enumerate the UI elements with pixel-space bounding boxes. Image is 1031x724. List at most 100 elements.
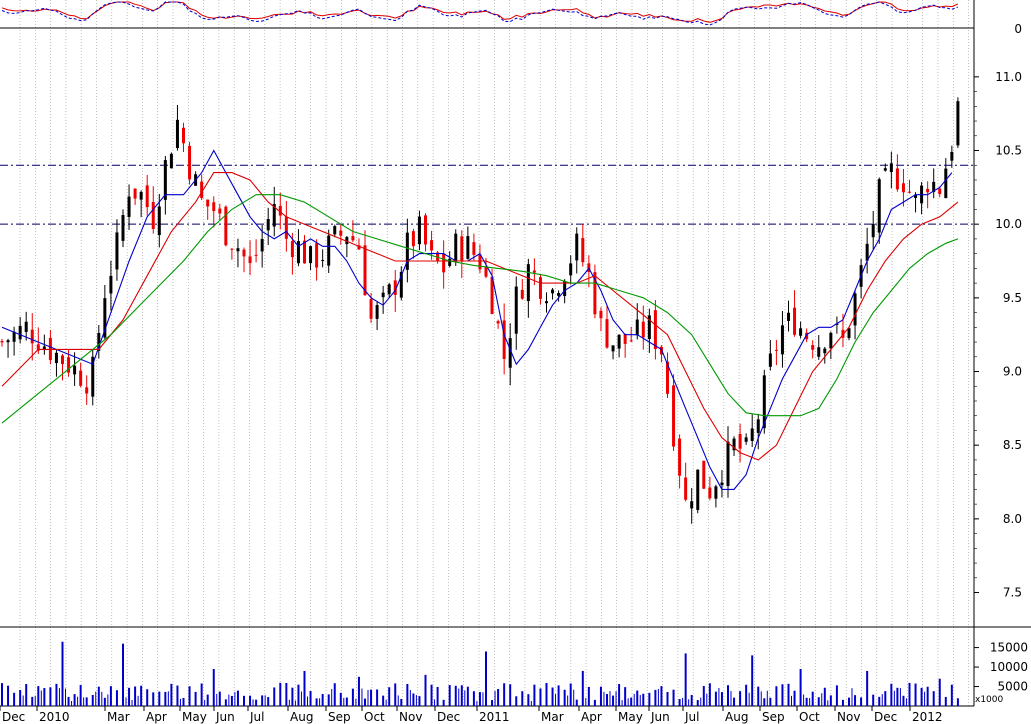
- candle-body: [617, 334, 621, 349]
- candle-body: [895, 168, 899, 190]
- candle-body: [290, 241, 294, 258]
- y-axis-ticks: 7.5 8.0 8.5 9.0 9.5 10.0 10.5 11.0 15000 10000 500…: [974, 70, 1028, 694]
- candle-body: [496, 321, 500, 324]
- candle-body: [551, 289, 555, 294]
- candle-body: [333, 226, 337, 235]
- candle-body: [315, 243, 319, 268]
- candle-body: [575, 233, 579, 261]
- x-tick-label: 2011: [479, 710, 510, 724]
- x-tick-label: Dec: [874, 710, 897, 724]
- candle-body: [750, 428, 754, 441]
- candle-body: [175, 119, 179, 149]
- candle-body: [248, 256, 252, 264]
- x-tick-label: Apr: [146, 710, 167, 724]
- candle-body: [321, 259, 325, 261]
- candle-body: [696, 469, 700, 510]
- candle-body: [901, 183, 905, 193]
- x-tick-label: Oct: [364, 710, 385, 724]
- candle-body: [381, 292, 385, 298]
- candle-body: [780, 325, 784, 355]
- oscillator-signal-line: [1, 1, 959, 26]
- candle-body: [672, 385, 676, 447]
- candle-body: [569, 263, 573, 276]
- candle-body: [520, 289, 524, 299]
- x-tick-label: Dec: [437, 710, 460, 724]
- x-tick-label: Sep: [328, 710, 351, 724]
- candle-body: [502, 320, 506, 359]
- candle-body: [230, 248, 234, 250]
- x-tick-label: Jun: [650, 710, 670, 724]
- candle-body: [12, 331, 16, 342]
- x-tick-label: Nov: [399, 710, 422, 724]
- volume-tick-label: 10000: [990, 660, 1028, 674]
- candle-body: [260, 238, 264, 252]
- candle-body: [611, 345, 615, 352]
- candle-body: [85, 387, 89, 394]
- x-tick-label: Aug: [290, 710, 313, 724]
- candle-body: [460, 236, 464, 261]
- candle-body: [787, 312, 790, 321]
- candle-body: [188, 145, 192, 180]
- candle-body: [254, 254, 258, 256]
- volume-tick-label: 15000: [990, 641, 1028, 655]
- volume-tick-label: 5000: [997, 680, 1028, 694]
- x-tick-label: Oct: [799, 710, 820, 724]
- candle-body: [514, 286, 518, 334]
- candle-body: [774, 349, 778, 351]
- candle-body: [309, 246, 313, 264]
- candle-body: [54, 352, 58, 364]
- candle-body: [0, 340, 4, 343]
- candle-body: [417, 216, 421, 245]
- candle-body: [908, 191, 911, 193]
- candle-body: [369, 299, 373, 319]
- x-tick-label: Dec: [2, 710, 25, 724]
- candle-body: [605, 319, 609, 348]
- candle-body: [702, 460, 706, 489]
- oscillator-line: [1, 1, 959, 23]
- candle-body: [950, 151, 954, 161]
- oscillator-panel: [1, 1, 959, 26]
- candle-body: [266, 219, 270, 231]
- candle-body: [871, 223, 875, 238]
- candle-body: [411, 231, 415, 247]
- candle-body: [218, 208, 222, 214]
- candle-body: [720, 482, 724, 486]
- moving-average-line: [1, 149, 953, 490]
- price-tick-label: 10.5: [995, 144, 1022, 158]
- candle-body: [938, 188, 942, 195]
- x-tick-label: Mar: [541, 710, 564, 724]
- stock-chart: 7.5 8.0 8.5 9.0 9.5 10.0 10.5 11.0 15000 10000 500…: [0, 0, 1031, 724]
- x-tick-label: Nov: [837, 710, 860, 724]
- candle-body: [121, 215, 125, 241]
- candle-body: [169, 153, 173, 169]
- candle-body: [756, 419, 760, 433]
- candle-body: [145, 185, 149, 208]
- candle-body: [163, 160, 167, 200]
- candle-body: [708, 487, 712, 499]
- candle-body: [823, 348, 827, 354]
- x-tick-label: Mar: [107, 710, 130, 724]
- candle-body: [236, 248, 240, 252]
- candle-body: [466, 236, 470, 259]
- candle-body: [817, 347, 821, 357]
- volume-unit-label: x1000: [975, 695, 1004, 705]
- candle-body: [115, 232, 119, 270]
- candle-body: [811, 345, 815, 350]
- candle-body: [224, 206, 228, 246]
- candle-body: [182, 127, 185, 144]
- candle-body: [926, 188, 930, 193]
- candle-body: [133, 188, 137, 199]
- price-tick-label: 7.5: [1003, 586, 1022, 600]
- candle-body: [532, 270, 536, 273]
- candle-body: [424, 215, 427, 245]
- moving-averages: [1, 149, 959, 490]
- candle-body: [877, 179, 881, 233]
- moving-average-line: [1, 172, 959, 461]
- price-tick-label: 8.5: [1003, 438, 1022, 452]
- candle-body: [387, 284, 391, 295]
- candle-body: [853, 293, 857, 326]
- x-tick-label: 2010: [39, 710, 70, 724]
- candle-body: [351, 236, 355, 241]
- candle-body: [956, 101, 960, 146]
- candle-body: [599, 310, 603, 319]
